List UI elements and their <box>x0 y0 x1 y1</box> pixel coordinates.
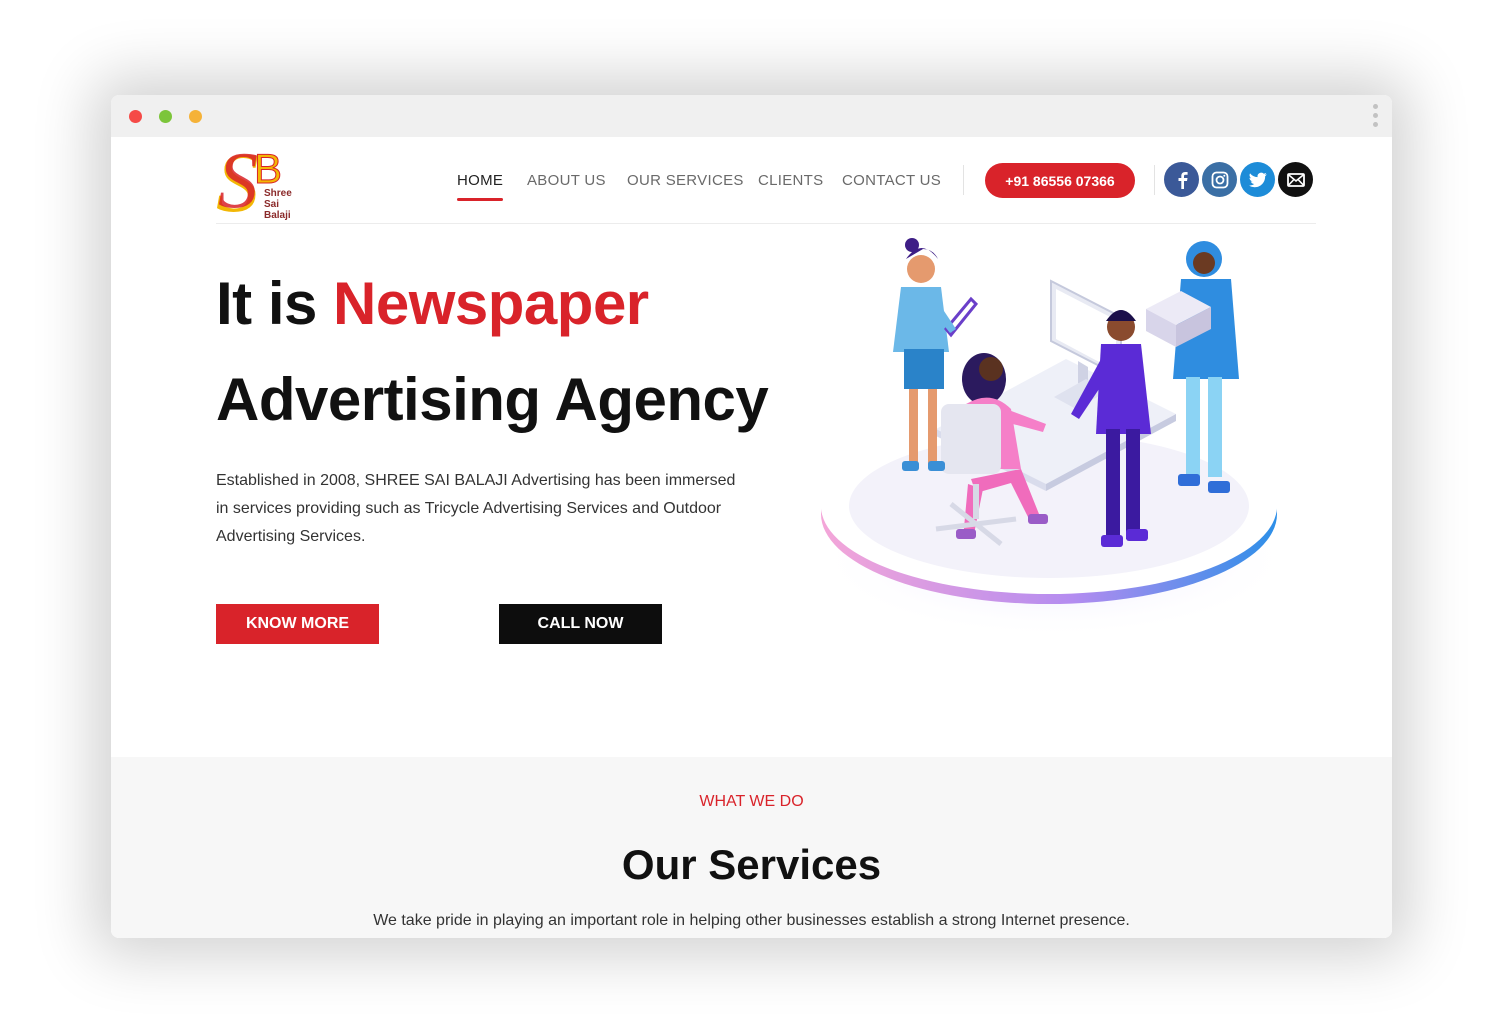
header-divider <box>216 223 1316 224</box>
know-more-button[interactable]: KNOW MORE <box>216 604 379 644</box>
email-icon[interactable] <box>1278 162 1313 197</box>
hero-title-accent: Newspaper <box>333 270 649 337</box>
browser-window: S S B Shree Sai Balaji HOME ABOUT US OUR… <box>111 95 1392 938</box>
instagram-icon[interactable] <box>1202 162 1237 197</box>
services-kicker: WHAT WE DO <box>699 793 804 810</box>
kebab-menu-icon[interactable] <box>1373 104 1379 128</box>
nav-divider <box>963 165 964 195</box>
hero-title-line2: Advertising Agency <box>216 366 769 433</box>
close-window-button[interactable] <box>129 110 142 123</box>
nav-our-services[interactable]: OUR SERVICES <box>627 172 744 189</box>
call-now-button[interactable]: CALL NOW <box>499 604 662 644</box>
maximize-window-button[interactable] <box>189 110 202 123</box>
hero-title-line1: It is Newspaper <box>216 269 649 338</box>
hero-title-prefix: It is <box>216 270 334 337</box>
services-description: We take pride in playing an important ro… <box>373 912 1130 929</box>
minimize-window-button[interactable] <box>159 110 172 123</box>
nav-contact-us[interactable]: CONTACT US <box>842 172 941 189</box>
main-nav: HOME ABOUT US OUR SERVICES CLIENTS CONTA… <box>111 137 1392 223</box>
nav-about-us[interactable]: ABOUT US <box>527 172 606 189</box>
services-section: WHAT WE DO Our Services We take pride in… <box>111 757 1392 938</box>
nav-divider <box>1154 165 1155 195</box>
nav-home[interactable]: HOME <box>457 172 504 201</box>
page-content: S S B Shree Sai Balaji HOME ABOUT US OUR… <box>111 137 1392 938</box>
phone-button[interactable]: +91 86556 07366 <box>985 163 1135 198</box>
nav-clients[interactable]: CLIENTS <box>758 172 823 189</box>
facebook-icon[interactable] <box>1164 162 1199 197</box>
browser-titlebar <box>111 95 1392 137</box>
hero-illustration <box>816 238 1286 639</box>
twitter-icon[interactable] <box>1240 162 1275 197</box>
services-title: Our Services <box>621 841 882 888</box>
hero-description: Established in 2008, SHREE SAI BALAJI Ad… <box>216 472 736 545</box>
